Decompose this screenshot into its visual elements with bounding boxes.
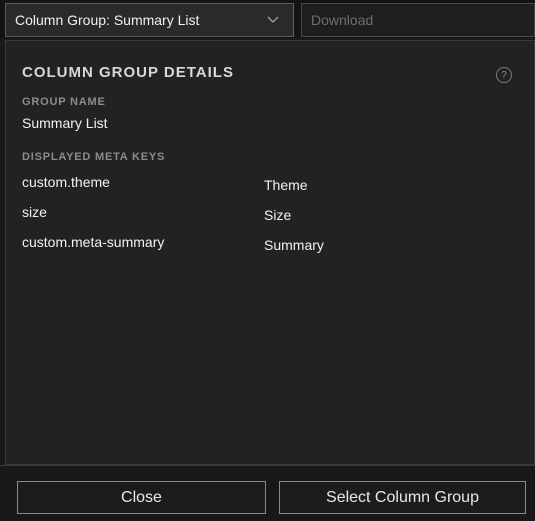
meta-keys-label: DISPLAYED META KEYS bbox=[22, 151, 166, 163]
column-group-details-panel: COLUMN GROUP DETAILS ? GROUP NAME Summar… bbox=[5, 40, 535, 465]
group-name-label: GROUP NAME bbox=[22, 96, 106, 108]
footer: Close Select Column Group bbox=[0, 465, 535, 521]
meta-key-display: Summary bbox=[264, 237, 324, 253]
close-button[interactable]: Close bbox=[17, 481, 266, 514]
meta-key-display: Size bbox=[264, 207, 292, 223]
group-name-value: Summary List bbox=[22, 115, 108, 131]
column-group-select-value: Column Group: Summary List bbox=[15, 12, 200, 28]
select-column-group-button[interactable]: Select Column Group bbox=[279, 481, 526, 514]
download-input[interactable]: Download bbox=[301, 3, 535, 37]
column-group-select[interactable]: Column Group: Summary List bbox=[5, 3, 294, 37]
download-placeholder: Download bbox=[311, 12, 374, 28]
meta-key-name: size bbox=[22, 204, 47, 220]
meta-key-display: Theme bbox=[264, 177, 308, 193]
question-circle-icon[interactable]: ? bbox=[496, 67, 512, 83]
panel-title: COLUMN GROUP DETAILS bbox=[22, 64, 234, 81]
meta-key-name: custom.theme bbox=[22, 174, 110, 190]
meta-key-name: custom.meta-summary bbox=[22, 234, 165, 250]
chevron-down-icon bbox=[267, 14, 279, 26]
toolbar: Column Group: Summary List Download bbox=[0, 0, 535, 38]
